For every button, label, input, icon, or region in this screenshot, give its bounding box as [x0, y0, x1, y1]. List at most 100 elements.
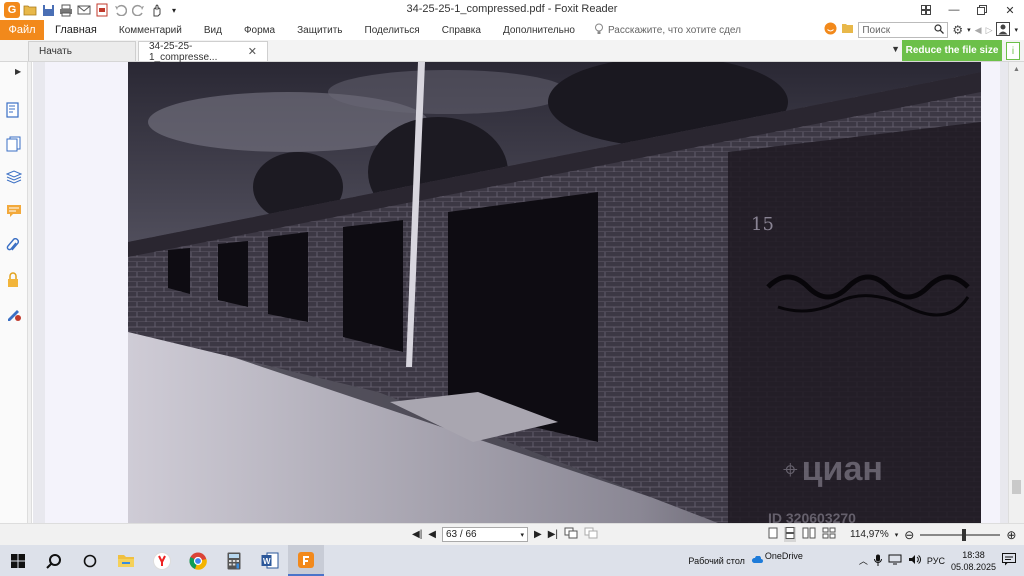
zoom-level[interactable]: 114,97% [850, 529, 889, 540]
watermark-brand: циан [801, 450, 883, 488]
file-explorer-icon[interactable] [108, 545, 144, 576]
save-icon[interactable] [40, 2, 56, 18]
notifications-icon[interactable] [1002, 553, 1016, 568]
onedrive-cloud-icon[interactable] [751, 554, 763, 566]
hand-tool-icon[interactable] [148, 2, 164, 18]
desktop-toolbar-label[interactable]: Рабочий стол [688, 556, 745, 566]
continuous-facing-icon[interactable] [822, 527, 836, 542]
undo-icon[interactable] [112, 2, 128, 18]
garage-number: 15 [751, 214, 774, 235]
redo-icon[interactable] [130, 2, 146, 18]
tab-start[interactable]: Начать [28, 41, 136, 61]
zoom-slider[interactable] [920, 528, 1001, 541]
menu-form[interactable]: Форма [233, 20, 286, 40]
zoom-out-icon[interactable]: ⊖ [904, 528, 914, 542]
volume-icon[interactable] [908, 554, 921, 567]
language-indicator[interactable]: РУС [927, 556, 945, 566]
document-tab-bar: Начать 34-25-25-1_compresse... ✕ [0, 40, 1024, 63]
signature-icon[interactable] [6, 306, 22, 322]
single-page-icon[interactable] [768, 527, 778, 542]
search-icon[interactable] [934, 23, 945, 37]
chrome-icon[interactable] [180, 545, 216, 576]
zoom-controls: 114,97% ▾ ⊖ ⊕ [768, 527, 1016, 542]
collapse-ribbon-icon[interactable]: ▼ [891, 44, 900, 54]
zoom-dropdown-icon[interactable]: ▾ [895, 531, 899, 539]
comments-icon[interactable] [6, 204, 22, 220]
account-dropdown-icon[interactable]: ▾ [1014, 26, 1018, 34]
cian-watermark: ⌖ циан [783, 450, 883, 489]
pages-icon[interactable] [6, 136, 22, 152]
network-icon[interactable] [888, 554, 902, 567]
file-menu[interactable]: Файл [0, 20, 44, 40]
page-dropdown-icon[interactable]: ▾ [520, 531, 524, 539]
customize-dropdown-icon[interactable]: ▾ [166, 2, 182, 18]
open-folder-icon[interactable] [22, 2, 38, 18]
search-input[interactable]: Поиск [858, 22, 949, 38]
page-number-input[interactable]: 63 / 66 ▾ [442, 527, 528, 542]
previous-view-icon[interactable] [564, 527, 578, 542]
attachments-icon[interactable] [6, 238, 22, 254]
menu-comment[interactable]: Комментарий [108, 20, 193, 40]
tab-document[interactable]: 34-25-25-1_compresse... ✕ [138, 41, 268, 63]
tab-close-icon[interactable]: ✕ [248, 45, 257, 58]
page-thumbnails-icon[interactable] [6, 102, 22, 118]
system-tray: Рабочий стол OneDrive ︿ РУС 18:38 05.08.… [688, 545, 1024, 576]
reduce-file-size-button[interactable]: Reduce the file size [902, 40, 1002, 61]
windows-taskbar: W Рабочий стол OneDrive ︿ РУС 18:38 05.0… [0, 545, 1024, 576]
yandex-browser-icon[interactable] [144, 545, 180, 576]
close-icon[interactable]: ✕ [996, 0, 1024, 20]
microphone-icon[interactable] [873, 554, 882, 568]
facing-pages-icon[interactable] [802, 527, 816, 542]
document-viewport[interactable]: 15 ⌖ циан ID 320603270 [33, 62, 1008, 523]
print-icon[interactable] [58, 2, 74, 18]
scrollbar-thumb[interactable] [1012, 480, 1021, 494]
scroll-up-icon[interactable]: ▲ [1013, 66, 1020, 73]
next-view-icon[interactable] [584, 527, 598, 542]
menu-view[interactable]: Вид [193, 20, 233, 40]
menu-home[interactable]: Главная [44, 20, 108, 40]
foxit-reader-taskbar-icon[interactable] [288, 545, 324, 576]
menu-protect[interactable]: Защитить [286, 20, 353, 40]
calculator-icon[interactable] [216, 545, 252, 576]
restore-icon[interactable] [968, 0, 996, 20]
first-page-icon[interactable]: ◀| [412, 529, 422, 540]
minimize-icon[interactable]: — [940, 0, 968, 20]
start-button[interactable] [0, 545, 36, 576]
garage-photo: 15 ⌖ циан ID 320603270 [128, 62, 981, 523]
menu-share[interactable]: Поделиться [354, 20, 431, 40]
word-icon[interactable]: W [252, 545, 288, 576]
layers-icon[interactable] [5, 170, 23, 186]
vertical-scrollbar[interactable]: ▲ [1008, 62, 1024, 523]
security-lock-icon[interactable] [6, 272, 22, 288]
expand-panel-icon[interactable]: ▶ [15, 67, 21, 76]
feedback-smiley-icon[interactable] [824, 22, 837, 38]
onedrive-label[interactable]: OneDrive [765, 551, 803, 561]
file-info-icon[interactable]: i [1006, 42, 1020, 60]
menu-help[interactable]: Справка [431, 20, 492, 40]
continuous-page-icon[interactable] [784, 527, 796, 542]
svg-text:W: W [263, 557, 271, 566]
forward-arrow-icon[interactable]: ▷ [986, 25, 993, 36]
last-page-icon[interactable]: ▶| [548, 529, 558, 540]
gear-icon[interactable]: ⚙ [952, 23, 963, 37]
search-taskbar-icon[interactable] [36, 545, 72, 576]
panel-splitter[interactable] [28, 62, 32, 523]
next-page-icon[interactable]: ▶ [534, 529, 542, 540]
search-placeholder: Поиск [862, 24, 891, 36]
page-navigation: ◀| ◀ 63 / 66 ▾ ▶ ▶| [412, 527, 598, 542]
task-view-icon[interactable] [72, 545, 108, 576]
pdf-create-icon[interactable] [94, 2, 110, 18]
tray-expand-icon[interactable]: ︿ [859, 554, 868, 567]
email-icon[interactable] [76, 2, 92, 18]
find-folder-icon[interactable] [841, 23, 854, 37]
back-arrow-icon[interactable]: ◀ [975, 25, 982, 36]
previous-page-icon[interactable]: ◀ [428, 529, 436, 540]
system-clock[interactable]: 18:38 05.08.2025 [951, 549, 996, 573]
menu-extras[interactable]: Дополнительно [492, 20, 586, 40]
tell-me-box[interactable]: Расскажите, что хотите сдел [594, 23, 741, 38]
gear-dropdown-icon[interactable]: ▾ [967, 26, 971, 34]
ribbon-display-icon[interactable] [912, 0, 940, 20]
zoom-slider-knob[interactable] [962, 528, 967, 541]
zoom-in-icon[interactable]: ⊕ [1006, 528, 1016, 542]
account-icon[interactable] [996, 21, 1011, 39]
